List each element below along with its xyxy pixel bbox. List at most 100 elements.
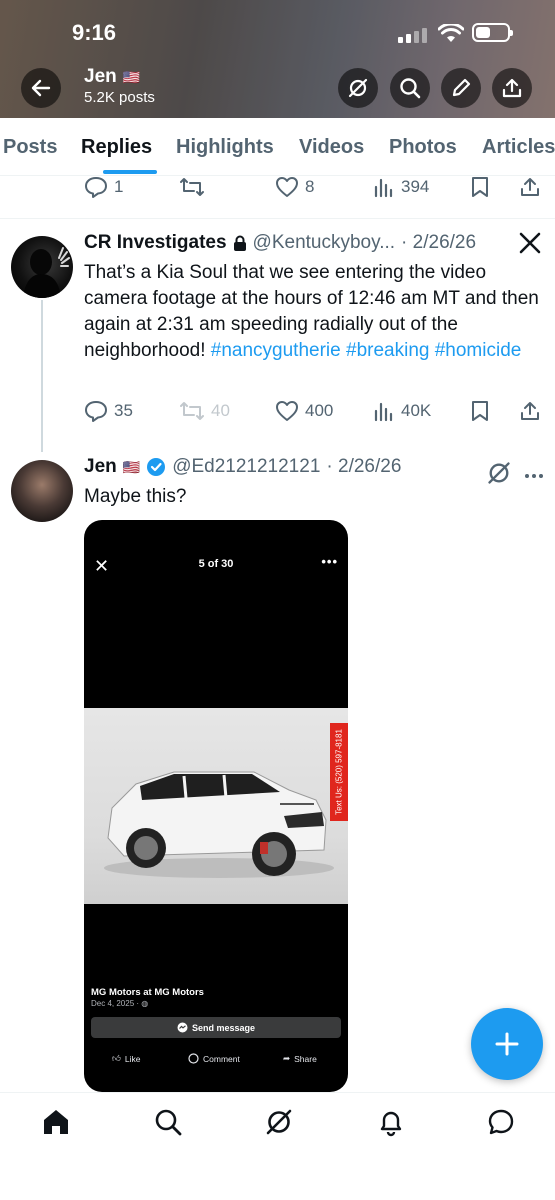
bookmark-button[interactable] — [470, 400, 490, 422]
flag-icon: 🇺🇸 — [122, 458, 141, 475]
verified-badge-icon — [147, 458, 166, 476]
reply-button[interactable]: 35 — [84, 400, 133, 422]
hashtag-link[interactable]: #homicide — [435, 340, 522, 361]
bottom-navigation — [0, 1092, 555, 1200]
avatar-silhouette-icon — [23, 247, 70, 298]
x-logo-icon — [519, 232, 541, 259]
divider — [0, 218, 555, 219]
thumbs-up-icon: 👍︎ — [112, 1053, 121, 1063]
posts-count: 5.2K posts — [84, 89, 155, 106]
share-button[interactable] — [519, 400, 541, 422]
like-count: 400 — [305, 401, 334, 420]
fb-comment-label: Comment — [203, 1053, 240, 1064]
share-icon — [521, 178, 539, 196]
status-time: 9:16 — [72, 20, 117, 45]
heart-icon — [276, 401, 298, 421]
grok-button[interactable] — [338, 68, 378, 108]
reply-icon — [85, 177, 107, 198]
views-count: 394 — [401, 177, 430, 196]
views-chart-icon — [374, 178, 393, 198]
views-button[interactable]: 394 — [373, 176, 429, 198]
text-us-label: Text Us: (520) 597-8181 — [334, 729, 344, 815]
reply-button[interactable]: 1 — [84, 176, 123, 198]
tweet-date: · 2/26/26 — [401, 232, 477, 253]
grok-icon — [348, 78, 368, 98]
hashtag-link[interactable]: #nancygutherie — [211, 340, 341, 361]
tab-posts[interactable]: Posts — [3, 136, 57, 159]
status-bar: 9:16 — [0, 18, 555, 50]
reply-count: 35 — [114, 401, 133, 420]
share-icon — [521, 402, 539, 420]
repost-icon — [180, 402, 204, 420]
search-icon[interactable] — [153, 1107, 183, 1142]
views-chart-icon — [374, 402, 393, 422]
battery-icon — [472, 23, 513, 42]
tweet-header: Jen 🇺🇸 @Ed2121212121 · 2/26/26 — [84, 456, 401, 478]
messenger-icon — [177, 1022, 188, 1033]
profile-tabs: Posts Replies Highlights Videos Photos A… — [0, 118, 555, 176]
active-tab-indicator — [103, 170, 157, 174]
lock-icon — [233, 235, 246, 251]
notifications-bell-icon[interactable] — [376, 1107, 406, 1142]
globe-icon: ◍ — [141, 999, 149, 1008]
compose-button[interactable] — [471, 1008, 543, 1080]
fb-share-label: Share — [294, 1053, 317, 1064]
tweet-text: That’s a Kia Soul that we see entering t… — [84, 260, 542, 364]
avatar[interactable] — [11, 236, 73, 298]
tab-photos[interactable]: Photos — [389, 136, 457, 159]
profile-header: 9:16 Jen 🇺🇸 5.2K posts — [0, 0, 555, 118]
author-handle[interactable]: @Kentuckyboy... — [253, 232, 396, 254]
tab-articles[interactable]: Articles — [482, 136, 555, 159]
avatar[interactable] — [11, 460, 73, 522]
fb-comment-button: Comment — [188, 1053, 240, 1064]
tweet1-actions: 35 40 400 40K — [0, 400, 555, 430]
profile-name: Jen 🇺🇸 — [84, 66, 140, 88]
back-button[interactable] — [21, 68, 61, 108]
share-arrow-icon: ➦ — [283, 1053, 291, 1063]
bookmark-icon — [472, 177, 488, 197]
comment-icon — [188, 1053, 199, 1064]
like-count: 8 — [305, 177, 315, 196]
repost-count: 40 — [211, 401, 230, 420]
text-us-banner: Text Us: (520) 597-8181 — [330, 723, 348, 821]
author-name[interactable]: Jen — [84, 456, 117, 478]
share-button[interactable] — [519, 176, 541, 198]
hashtag-link[interactable]: #breaking — [346, 340, 429, 361]
reply-icon — [85, 401, 107, 422]
cellular-signal-icon — [398, 28, 427, 43]
back-arrow-icon — [31, 79, 51, 97]
edit-button[interactable] — [441, 68, 481, 108]
views-button[interactable]: 40K — [373, 400, 431, 422]
flag-icon: 🇺🇸 — [122, 68, 141, 85]
grok-icon[interactable] — [264, 1107, 294, 1142]
tab-replies[interactable]: Replies — [81, 136, 152, 159]
more-options-icon[interactable] — [524, 466, 544, 484]
search-button[interactable] — [390, 68, 430, 108]
profile-name-text: Jen — [84, 66, 117, 87]
bookmark-button[interactable] — [470, 176, 490, 198]
post-date: Dec 4, 2025 · ◍ — [91, 999, 148, 1008]
pencil-icon — [452, 78, 471, 97]
photo-counter: 5 of 30 — [198, 558, 234, 570]
like-button[interactable]: 400 — [275, 400, 333, 422]
tweet-media[interactable]: ✕ 5 of 30 ••• Text Us: (520) 597-8181 MG… — [84, 520, 348, 1092]
repost-icon — [180, 178, 204, 196]
tab-highlights[interactable]: Highlights — [176, 136, 274, 159]
tab-videos[interactable]: Videos — [299, 136, 364, 159]
suv-illustration — [104, 771, 334, 878]
grok-icon — [488, 462, 510, 484]
like-button[interactable]: 8 — [275, 176, 314, 198]
tweet-text: Maybe this? — [84, 486, 187, 507]
share-profile-button[interactable] — [492, 68, 532, 108]
author-name[interactable]: CR Investigates — [84, 232, 227, 254]
author-handle[interactable]: @Ed2121212121 — [172, 456, 320, 478]
seller-name: MG Motors at MG Motors — [91, 987, 204, 998]
home-icon[interactable] — [41, 1107, 71, 1142]
car-photo — [84, 708, 348, 904]
messages-icon[interactable] — [486, 1107, 516, 1142]
repost-button[interactable]: 40 — [179, 400, 230, 422]
send-message-button: Send message — [91, 1017, 341, 1038]
repost-button[interactable] — [179, 176, 205, 198]
bookmark-icon — [472, 401, 488, 421]
send-message-label: Send message — [191, 1022, 256, 1033]
